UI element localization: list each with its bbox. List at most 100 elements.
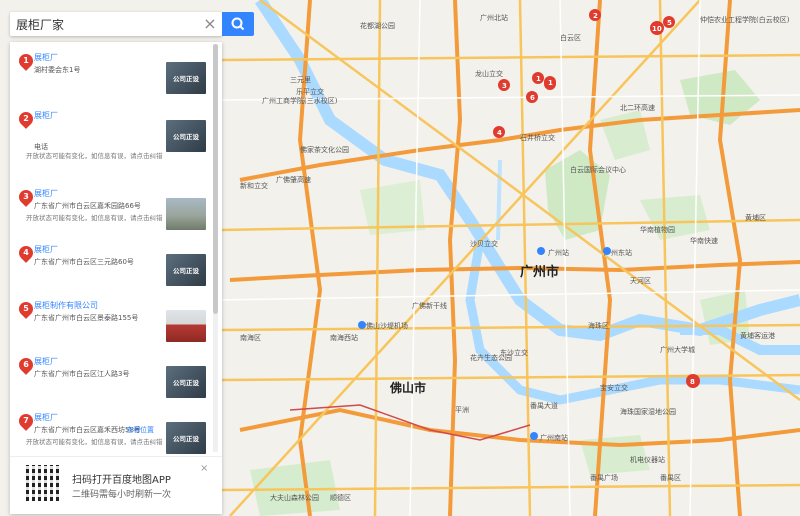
- map-marker[interactable]: 3: [498, 79, 510, 91]
- map-label: 番禺广场: [590, 473, 618, 482]
- railway-station-icon[interactable]: [603, 247, 611, 255]
- result-number: 6: [23, 360, 29, 369]
- map-label: 石井桥立交: [520, 133, 555, 142]
- result-thumbnail[interactable]: 公司正设: [166, 120, 206, 152]
- map-label: 华南快速: [690, 236, 718, 245]
- city-label: 广州市: [520, 264, 559, 280]
- list-item[interactable]: 2 展柜厂 电话 开放状态可能有变化，如信息有误，请点击纠错 公司正设: [10, 109, 215, 168]
- list-item[interactable]: 1 展柜厂 湖村委会东1号 公司正设: [10, 51, 215, 110]
- result-thumbnail[interactable]: 公司正设: [166, 422, 206, 454]
- result-title[interactable]: 展柜厂: [34, 52, 58, 63]
- map-label: 仲恺农业工程学院(白云校区): [700, 15, 790, 24]
- map-marker[interactable]: 5: [663, 16, 675, 28]
- map-label: 广佛肇高速: [276, 175, 311, 184]
- svg-text:3: 3: [502, 82, 507, 90]
- map-label: 华南植物园: [640, 225, 675, 234]
- svg-text:4: 4: [497, 129, 502, 137]
- map-label: 天河区: [630, 277, 651, 285]
- result-thumbnail[interactable]: 公司正设: [166, 366, 206, 398]
- map-label: 广州大学城: [660, 345, 695, 354]
- map-label: 花都湖公园: [360, 21, 395, 30]
- search-input[interactable]: [16, 15, 196, 33]
- search-button[interactable]: [222, 12, 254, 36]
- results-list[interactable]: 1 展柜厂 湖村委会东1号 公司正设 2 展柜厂 电话 开放状态可能有变化，如信…: [10, 42, 222, 456]
- list-item[interactable]: 5 展柜制作有限公司 广东省广州市白云区景泰路155号: [10, 299, 215, 358]
- scrollbar[interactable]: [213, 44, 218, 452]
- result-address: 广东省广州市白云区嘉禾园路66号: [34, 202, 141, 210]
- scroll-thumb[interactable]: [213, 44, 218, 314]
- map-label: 北二环高速: [620, 103, 655, 112]
- map-label: 东沙立交: [500, 348, 528, 357]
- qr-code: [26, 465, 62, 501]
- result-thumbnail[interactable]: 公司正设: [166, 62, 206, 94]
- result-phone: 电话: [34, 143, 48, 151]
- result-number: 7: [23, 416, 29, 425]
- qr-subtitle: 二维码需每小时刷新一次: [72, 490, 172, 500]
- railway-station-icon[interactable]: [530, 432, 538, 440]
- svg-text:1: 1: [548, 79, 553, 87]
- qr-title: 扫码打开百度地图APP: [72, 475, 171, 486]
- result-number: 1: [23, 56, 29, 65]
- map-label: 佛家茶文化公园: [300, 145, 349, 154]
- result-photo[interactable]: [166, 310, 206, 342]
- result-address: 广东省广州市白云区江人路3号: [34, 370, 130, 378]
- svg-text:1: 1: [536, 75, 541, 83]
- result-address: 广东省广州市白云区三元路60号: [34, 258, 134, 266]
- list-item[interactable]: 7 展柜厂 广东省广州市白云区嘉禾西坊58号 查看位置 开放状态可能有变化，如信…: [10, 411, 215, 456]
- svg-text:7: 7: [0, 0, 5, 2]
- map-label: 乐平立交: [296, 87, 324, 96]
- map-marker[interactable]: 4: [493, 126, 505, 138]
- map-marker[interactable]: 8: [686, 374, 700, 388]
- result-notice[interactable]: 开放状态可能有变化，如信息有误，请点击纠错: [26, 214, 166, 223]
- result-title[interactable]: 展柜厂: [34, 110, 58, 121]
- map-label: 三元里: [290, 76, 311, 84]
- map-label: 番禺大道: [530, 401, 558, 410]
- district-label: 佛山市: [389, 380, 426, 395]
- result-photo[interactable]: [166, 198, 206, 230]
- map-label: 广州南站: [540, 433, 568, 442]
- map-marker[interactable]: 1: [532, 72, 544, 84]
- result-title[interactable]: 展柜厂: [34, 188, 58, 199]
- map-marker[interactable]: 10: [650, 21, 664, 35]
- map-label: 佛山沙堤机场: [366, 321, 408, 330]
- result-title[interactable]: 展柜厂: [34, 356, 58, 367]
- result-title[interactable]: 展柜厂: [34, 244, 58, 255]
- list-item[interactable]: 6 展柜厂 广东省广州市白云区江人路3号 公司正设: [10, 355, 215, 414]
- list-item[interactable]: 4 展柜厂 广东省广州市白云区三元路60号 公司正设: [10, 243, 215, 302]
- map-marker[interactable]: 7: [0, 0, 5, 2]
- result-thumbnail[interactable]: 公司正设: [166, 254, 206, 286]
- map-label: 白云区: [560, 33, 581, 42]
- thumbnail-caption: 公司正设: [173, 267, 199, 275]
- search-box: ×: [10, 12, 222, 36]
- result-notice[interactable]: 开放状态可能有变化，如信息有误，请点击纠错: [26, 152, 166, 161]
- map-label: 沙贝立交: [470, 239, 498, 248]
- map-marker[interactable]: 2: [589, 9, 601, 21]
- thumbnail-caption: 公司正设: [173, 75, 199, 83]
- result-number: 2: [23, 114, 29, 123]
- map-label: 广佛新干线: [412, 301, 447, 310]
- view-location-link[interactable]: 查看位置: [126, 425, 154, 435]
- close-icon[interactable]: ×: [200, 463, 208, 474]
- close-icon[interactable]: ×: [202, 15, 218, 33]
- svg-text:5: 5: [667, 19, 672, 27]
- map-label: 白云国际会议中心: [570, 165, 626, 174]
- map-label: 机电仪器站: [630, 455, 665, 464]
- result-address: 广东省广州市白云区景泰路155号: [34, 314, 139, 322]
- map-label: 广州工商学院(三水校区): [262, 96, 338, 105]
- result-title[interactable]: 展柜制作有限公司: [34, 300, 98, 311]
- result-notice[interactable]: 开放状态可能有变化，如信息有误，请点击纠错: [26, 438, 166, 447]
- thumbnail-caption: 公司正设: [173, 379, 199, 387]
- map-label: 宝安立交: [600, 383, 628, 392]
- result-address: 湖村委会东1号: [34, 66, 81, 74]
- result-number: 3: [23, 192, 29, 201]
- railway-station-icon[interactable]: [537, 247, 545, 255]
- result-title[interactable]: 展柜厂: [34, 412, 58, 423]
- list-item[interactable]: 3 展柜厂 广东省广州市白云区嘉禾园路66号 开放状态可能有变化，如信息有误，请…: [10, 187, 215, 246]
- thumbnail-caption: 公司正设: [173, 133, 199, 141]
- results-panel: 1 展柜厂 湖村委会东1号 公司正设 2 展柜厂 电话 开放状态可能有变化，如信…: [10, 42, 222, 514]
- svg-text:8: 8: [690, 378, 695, 386]
- airport-icon[interactable]: [358, 321, 366, 329]
- map-marker[interactable]: 6: [526, 91, 538, 103]
- search-icon: [231, 17, 245, 31]
- map-label: 龙山立交: [475, 69, 503, 78]
